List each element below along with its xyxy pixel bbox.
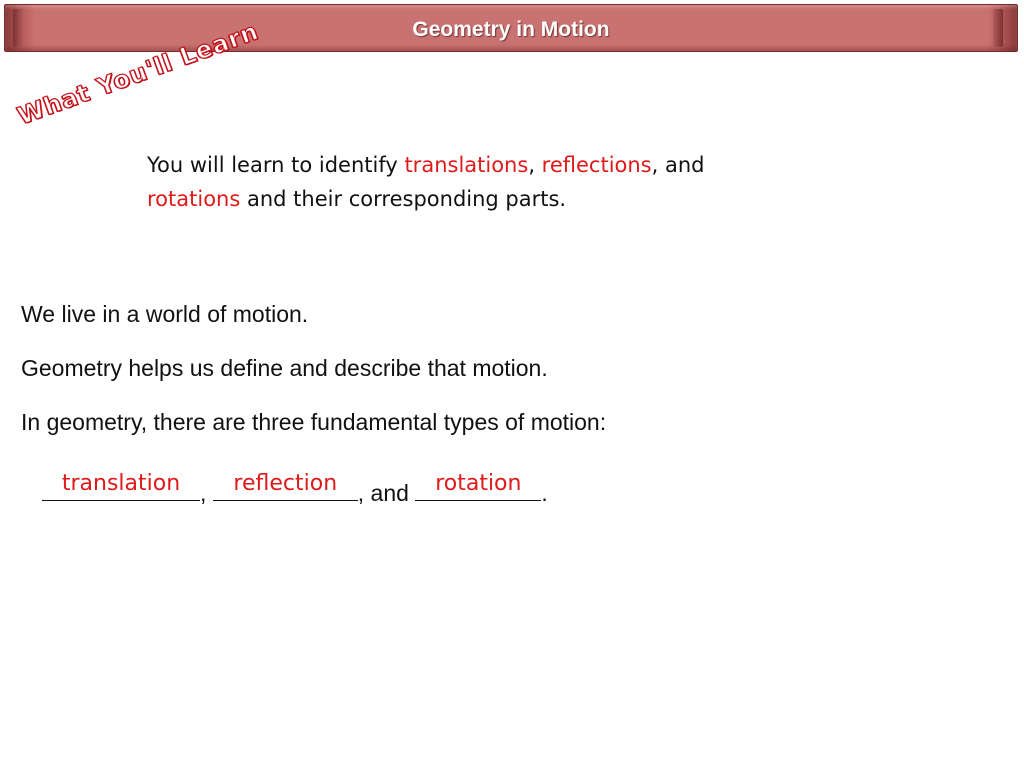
objective-intro: You will learn to identify bbox=[147, 153, 405, 177]
blank-3: rotation bbox=[415, 471, 542, 501]
term-translations: translations bbox=[404, 153, 529, 177]
answer-rotation: rotation bbox=[435, 471, 522, 496]
body-line-three-types: In geometry, there are three fundamental… bbox=[21, 409, 607, 435]
learning-objective: You will learn to identify translations,… bbox=[147, 148, 887, 216]
answer-reflection: reflection bbox=[233, 471, 338, 496]
body-line-world-of-motion: We live in a world of motion. bbox=[21, 301, 309, 327]
slide-title: Geometry in Motion bbox=[412, 18, 610, 41]
blank-1: translation bbox=[42, 471, 200, 501]
blank-separator-2: , and bbox=[357, 480, 416, 506]
blank-2: reflection bbox=[212, 471, 358, 501]
blank-separator-1: , bbox=[200, 480, 213, 506]
objective-separator-1: , bbox=[528, 153, 542, 177]
body-line-geometry-helps: Geometry helps us define and describe th… bbox=[21, 355, 548, 381]
objective-separator-2: , and bbox=[651, 153, 705, 177]
term-rotations: rotations bbox=[147, 187, 241, 211]
fill-in-blanks-line: translation, reflection , and rotation. bbox=[42, 471, 548, 507]
answer-translation: translation bbox=[61, 471, 181, 496]
blank-line-end: . bbox=[541, 480, 548, 506]
slide-title-bar: Geometry in Motion bbox=[4, 4, 1018, 52]
term-reflections: reflections bbox=[541, 153, 652, 177]
objective-outro: and their corresponding parts. bbox=[240, 187, 567, 211]
